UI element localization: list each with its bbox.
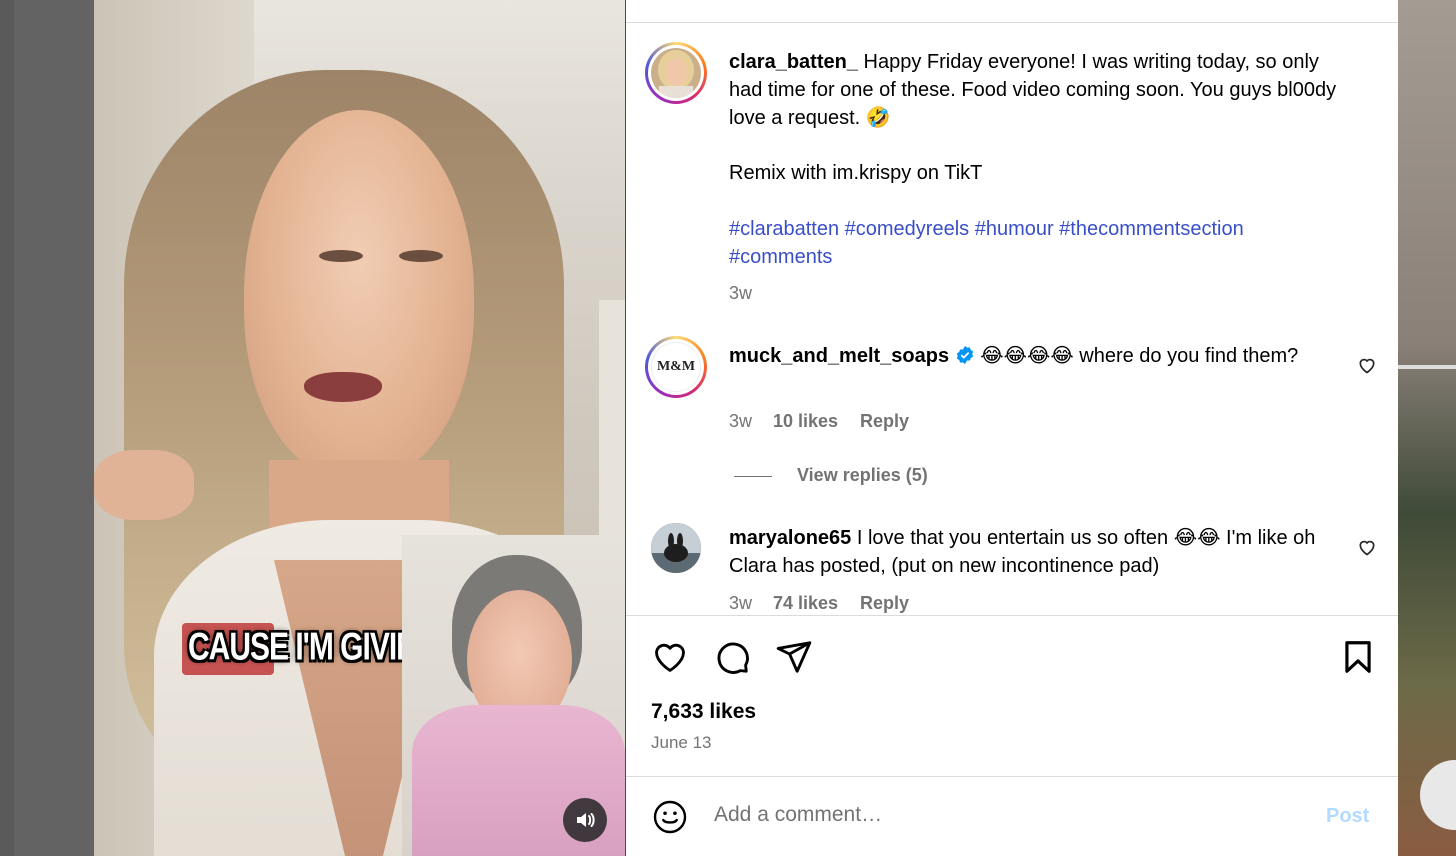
likes-count[interactable]: 7,633 likes bbox=[651, 700, 756, 724]
window-edge bbox=[0, 0, 14, 856]
video-person-eye bbox=[319, 250, 363, 262]
commenter-avatar[interactable] bbox=[651, 523, 701, 573]
post-caption: clara_batten_ Happy Friday everyone! I w… bbox=[729, 48, 1339, 132]
page-gutter bbox=[14, 0, 94, 856]
header-divider bbox=[626, 22, 1398, 23]
view-replies-button[interactable]: View replies (5) bbox=[797, 465, 928, 486]
speaker-icon bbox=[577, 813, 595, 827]
background-next-post-preview bbox=[1398, 0, 1456, 856]
comment-box-divider bbox=[626, 776, 1398, 777]
author-username[interactable]: clara_batten_ bbox=[729, 51, 858, 73]
comment-body: 😂😂😂😂 where do you find them? bbox=[980, 345, 1299, 367]
add-comment-input[interactable]: Add a comment… bbox=[714, 803, 882, 827]
share-paper-plane-icon[interactable] bbox=[775, 638, 813, 676]
reply-button[interactable]: Reply bbox=[860, 593, 909, 614]
comment-likes[interactable]: 74 likes bbox=[773, 593, 838, 614]
comment-bubble-icon[interactable] bbox=[713, 638, 751, 676]
commenter-avatar[interactable]: M&M bbox=[645, 336, 707, 398]
comment-likes[interactable]: 10 likes bbox=[773, 411, 838, 432]
video-person-face bbox=[244, 110, 474, 480]
commenter-avatar-image bbox=[651, 523, 701, 573]
commenter-username[interactable]: maryalone65 bbox=[729, 527, 851, 549]
comment-age[interactable]: 3w bbox=[729, 411, 752, 432]
video-person-mouth bbox=[304, 372, 382, 402]
video-player[interactable]: CAUSE I'M GIVING bbox=[94, 0, 625, 856]
like-comment-heart-icon[interactable] bbox=[1357, 355, 1377, 375]
commenter-username[interactable]: muck_and_melt_soaps bbox=[729, 345, 949, 367]
author-avatar[interactable] bbox=[645, 42, 707, 104]
post-date[interactable]: June 13 bbox=[651, 733, 712, 753]
video-person-hand bbox=[94, 450, 194, 520]
avatar-logo-text: M&M bbox=[656, 359, 696, 374]
preview-separator bbox=[1398, 365, 1456, 369]
save-bookmark-icon[interactable] bbox=[1339, 638, 1377, 676]
video-person-eye bbox=[399, 250, 443, 262]
comment-text: maryalone65 I love that you entertain us… bbox=[729, 524, 1329, 580]
mute-toggle-button[interactable] bbox=[563, 798, 607, 842]
caption-remix-line: Remix with im.krispy on TikT bbox=[729, 162, 983, 184]
author-avatar-image bbox=[651, 48, 701, 98]
comment-age[interactable]: 3w bbox=[729, 593, 752, 614]
caption-hashtags[interactable]: #clarabatten #comedyreels #humour #theco… bbox=[729, 215, 1339, 271]
comment-text: muck_and_melt_soaps 😂😂😂😂 where do you fi… bbox=[729, 342, 1329, 370]
commenter-avatar-image: M&M bbox=[651, 342, 701, 392]
verified-badge-icon bbox=[956, 346, 973, 364]
like-heart-icon[interactable] bbox=[651, 638, 689, 676]
post-details-panel: clara_batten_ Happy Friday everyone! I w… bbox=[626, 0, 1398, 856]
actions-divider bbox=[626, 615, 1398, 616]
replies-line bbox=[734, 476, 772, 477]
post-comment-button[interactable]: Post bbox=[1326, 805, 1369, 828]
emoji-smiley-icon[interactable] bbox=[652, 799, 688, 835]
post-age[interactable]: 3w bbox=[729, 283, 752, 304]
reply-button[interactable]: Reply bbox=[860, 411, 909, 432]
like-comment-heart-icon[interactable] bbox=[1357, 537, 1377, 557]
